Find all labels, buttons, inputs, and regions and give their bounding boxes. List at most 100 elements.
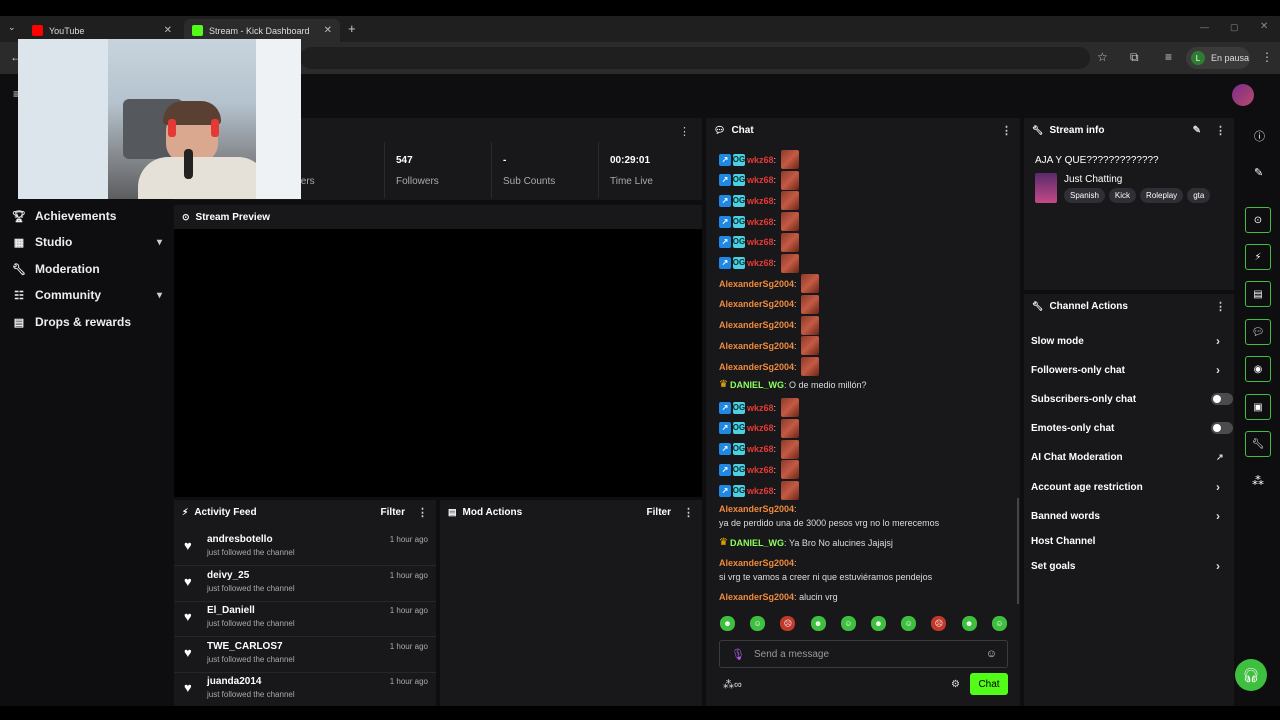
chat-scrollbar[interactable] bbox=[1017, 498, 1019, 604]
rail-chat-icon[interactable]: 💬︎ bbox=[1245, 319, 1271, 345]
send-chat-button[interactable]: Chat bbox=[970, 673, 1008, 695]
media-control-icon[interactable]: ≡ bbox=[1165, 50, 1172, 64]
chat-username[interactable]: AlexanderSg2004 bbox=[719, 590, 794, 604]
user-avatar[interactable] bbox=[1232, 84, 1254, 106]
activity-username[interactable]: deivy_25 bbox=[207, 570, 249, 581]
chevron-right-icon[interactable]: › bbox=[1216, 509, 1220, 523]
chevron-right-icon[interactable]: › bbox=[1216, 559, 1220, 573]
sidebar-item-community[interactable]: ☷ Community ▾ bbox=[12, 285, 162, 305]
quick-emote-icon[interactable]: ☻ bbox=[720, 616, 735, 631]
chat-username[interactable]: DANIEL_WG bbox=[730, 536, 784, 550]
quick-emote-icon[interactable]: ☹ bbox=[780, 616, 796, 631]
chat-username[interactable]: wkz68 bbox=[747, 235, 774, 249]
chat-username[interactable]: wkz68 bbox=[747, 153, 774, 167]
stream-tag[interactable]: gta bbox=[1187, 188, 1211, 203]
chat-username[interactable]: AlexanderSg2004 bbox=[719, 277, 794, 291]
chevron-right-icon[interactable]: › bbox=[1216, 334, 1220, 348]
edit-pencil-icon[interactable]: ✎ bbox=[1254, 166, 1263, 179]
quick-emote-icon[interactable]: ☺ bbox=[840, 616, 856, 631]
info-icon[interactable]: ⓘ bbox=[1254, 128, 1265, 144]
new-tab-icon[interactable]: + bbox=[348, 21, 356, 36]
chat-username[interactable]: wkz68 bbox=[747, 442, 774, 456]
chat-username[interactable]: wkz68 bbox=[747, 256, 774, 270]
chat-input[interactable]: Send a message bbox=[754, 649, 829, 660]
chat-input-box[interactable]: 🎙︎ Send a message ☺ bbox=[719, 640, 1008, 668]
chat-username[interactable]: AlexanderSg2004 bbox=[719, 360, 794, 374]
edit-pencil-icon[interactable]: ✎ bbox=[1193, 125, 1201, 136]
rail-broadcast-icon[interactable]: ◉ bbox=[1245, 356, 1271, 382]
chat-username[interactable]: AlexanderSg2004 bbox=[719, 556, 794, 570]
toggle-switch[interactable] bbox=[1211, 393, 1233, 405]
tab-list-icon[interactable]: ⌄ bbox=[8, 22, 16, 33]
toggle-switch[interactable] bbox=[1211, 422, 1233, 434]
channel-action-account-age-restriction[interactable]: Account age restriction › bbox=[1031, 477, 1231, 497]
close-tab-icon[interactable]: ✕ bbox=[164, 25, 172, 36]
channel-action-slow-mode[interactable]: Slow mode › bbox=[1031, 331, 1231, 351]
chevron-down-icon[interactable]: ▾ bbox=[157, 237, 162, 248]
chat-username[interactable]: wkz68 bbox=[747, 421, 774, 435]
more-options-icon[interactable]: ⋮ bbox=[1215, 124, 1226, 137]
chat-username[interactable]: wkz68 bbox=[747, 173, 774, 187]
activity-username[interactable]: El_Daniell bbox=[207, 605, 255, 616]
quick-emote-icon[interactable]: ☹ bbox=[931, 616, 947, 631]
kick-points-icon[interactable]: ⁂∞ bbox=[723, 678, 742, 691]
chevron-right-icon[interactable]: › bbox=[1216, 480, 1220, 494]
channel-action-ai-chat-moderation[interactable]: AI Chat Moderation ↗ bbox=[1031, 447, 1231, 467]
filter-button[interactable]: Filter bbox=[381, 507, 405, 518]
microphone-icon[interactable]: 🎙︎ bbox=[731, 648, 745, 661]
bookmark-star-icon[interactable]: ☆ bbox=[1097, 50, 1108, 64]
chevron-down-icon[interactable]: ▾ bbox=[157, 290, 162, 301]
more-options-icon[interactable]: ⋮ bbox=[683, 506, 694, 519]
rail-lightning-icon[interactable]: ⚡︎ bbox=[1245, 244, 1271, 270]
browser-menu-icon[interactable]: ⋮ bbox=[1261, 50, 1273, 64]
address-bar[interactable] bbox=[300, 47, 1090, 69]
extensions-icon[interactable]: ⧉ bbox=[1130, 50, 1139, 65]
chevron-right-icon[interactable]: › bbox=[1216, 363, 1220, 377]
chat-username[interactable]: wkz68 bbox=[747, 194, 774, 208]
quick-emote-icon[interactable]: ☺ bbox=[901, 616, 917, 631]
close-tab-icon[interactable]: ✕ bbox=[324, 25, 332, 36]
channel-action-set-goals[interactable]: Set goals › bbox=[1031, 556, 1231, 576]
window-close-icon[interactable]: ✕ bbox=[1260, 21, 1268, 32]
rail-kick-points-icon[interactable]: ⁂ bbox=[1252, 474, 1264, 488]
quick-emote-icon[interactable]: ☻ bbox=[961, 616, 977, 631]
more-options-icon[interactable]: ⋮ bbox=[1001, 124, 1012, 137]
category-name[interactable]: Just Chatting bbox=[1064, 174, 1122, 185]
chat-username[interactable]: wkz68 bbox=[747, 401, 774, 415]
activity-username[interactable]: TWE_CARLOS7 bbox=[207, 641, 283, 652]
stream-tag[interactable]: Spanish bbox=[1064, 188, 1105, 203]
chat-username[interactable]: wkz68 bbox=[747, 463, 774, 477]
profile-button[interactable]: L En pausa bbox=[1186, 47, 1250, 69]
sidebar-item-drops-rewards[interactable]: ▤ Drops & rewards bbox=[12, 312, 162, 332]
sidebar-item-achievements[interactable]: 🏆︎ Achievements bbox=[12, 206, 162, 226]
stream-tag[interactable]: Roleplay bbox=[1140, 188, 1184, 203]
rail-clipboard-icon[interactable]: ▤ bbox=[1245, 281, 1271, 307]
external-link-icon[interactable]: ↗ bbox=[1216, 452, 1224, 463]
chat-username[interactable]: AlexanderSg2004 bbox=[719, 297, 794, 311]
chat-username[interactable]: wkz68 bbox=[747, 215, 774, 229]
more-options-icon[interactable]: ⋮ bbox=[1215, 300, 1226, 313]
emoji-picker-icon[interactable]: ☺ bbox=[986, 648, 997, 660]
support-headset-button[interactable]: 🎧︎ bbox=[1235, 659, 1267, 691]
quick-emote-icon[interactable]: ☺ bbox=[991, 616, 1007, 631]
rail-info-card-icon[interactable]: ▣ bbox=[1245, 394, 1271, 420]
quick-emote-icon[interactable]: ☻ bbox=[871, 616, 886, 631]
chat-username[interactable]: AlexanderSg2004 bbox=[719, 318, 794, 332]
chat-username[interactable]: AlexanderSg2004 bbox=[719, 339, 794, 353]
channel-action-banned-words[interactable]: Banned words › bbox=[1031, 506, 1231, 526]
more-options-icon[interactable]: ⋮ bbox=[417, 506, 428, 519]
rail-wrench-icon[interactable]: 🔧︎ bbox=[1245, 431, 1271, 457]
chat-username[interactable]: AlexanderSg2004 bbox=[719, 502, 794, 516]
channel-action-followers-only-chat[interactable]: Followers-only chat › bbox=[1031, 360, 1231, 380]
chat-username[interactable]: DANIEL_WG bbox=[730, 378, 784, 392]
activity-username[interactable]: juanda2014 bbox=[207, 676, 261, 687]
more-options-icon[interactable]: ⋮ bbox=[679, 125, 690, 138]
filter-button[interactable]: Filter bbox=[647, 507, 671, 518]
channel-action-host-channel[interactable]: Host Channel bbox=[1031, 531, 1231, 551]
chat-username[interactable]: wkz68 bbox=[747, 484, 774, 498]
maximize-icon[interactable]: ▢ bbox=[1230, 22, 1239, 33]
sidebar-item-studio[interactable]: ▦ Studio ▾ bbox=[12, 232, 162, 252]
quick-emote-icon[interactable]: ☻ bbox=[810, 616, 826, 631]
activity-username[interactable]: andresbotello bbox=[207, 534, 273, 545]
minimize-icon[interactable]: — bbox=[1200, 22, 1209, 32]
